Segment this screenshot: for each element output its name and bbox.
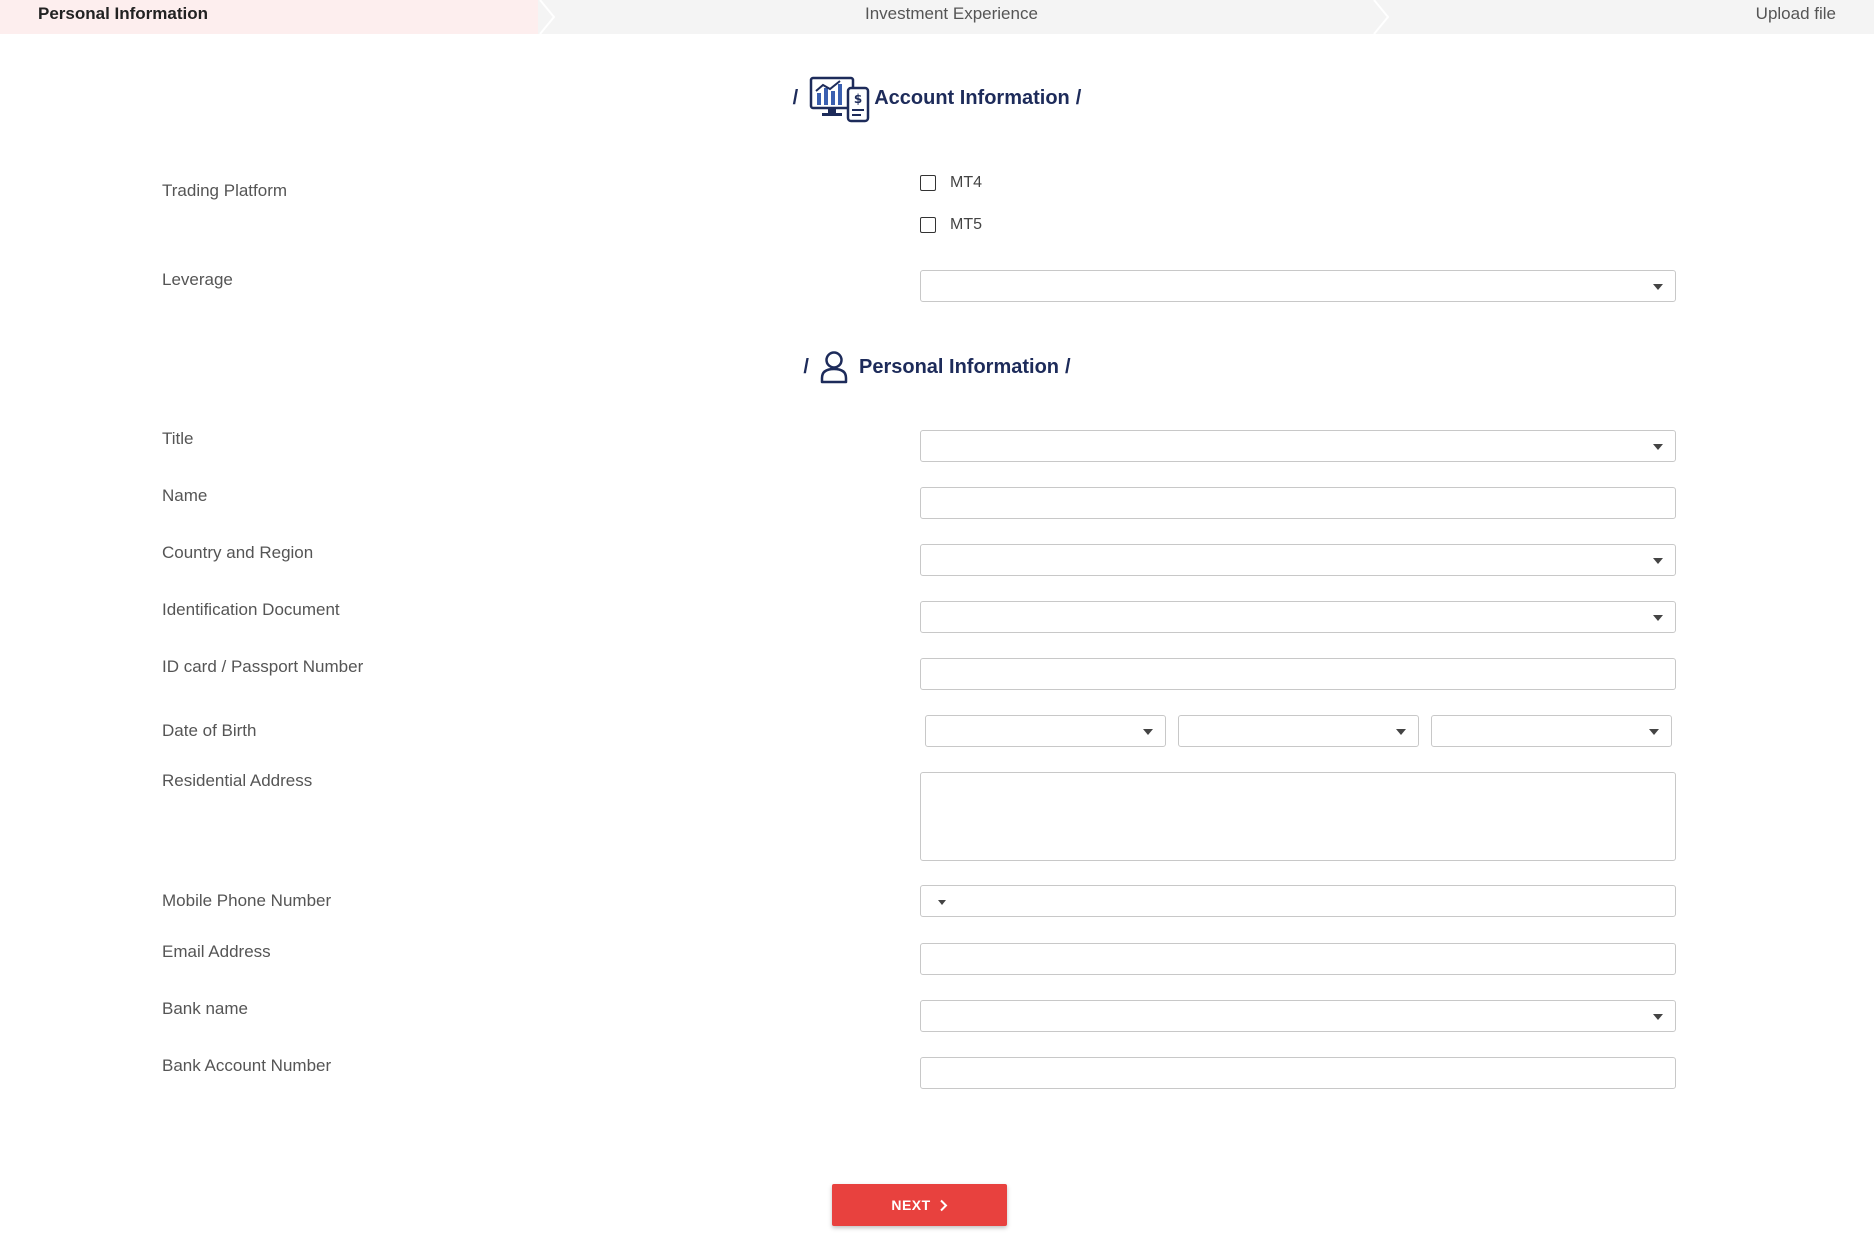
leverage-label: Leverage [162, 270, 233, 289]
name-label: Name [162, 486, 208, 505]
dob-month-select[interactable] [1178, 715, 1419, 747]
country-code-dropdown-icon[interactable] [938, 900, 946, 905]
heading-slash: / [1075, 86, 1082, 109]
chevron-down-icon [1653, 615, 1663, 621]
bank-account-input[interactable] [920, 1057, 1676, 1089]
email-input[interactable] [920, 943, 1676, 975]
account-information-heading: / $ Account Information / [0, 73, 1874, 123]
bank-name-label: Bank name [162, 999, 248, 1018]
country-label: Country and Region [162, 543, 314, 562]
chevron-down-icon [1653, 284, 1663, 290]
step-divider-icon [539, 0, 556, 34]
mt5-option[interactable]: MT5 [920, 214, 982, 236]
country-select[interactable] [920, 544, 1676, 576]
title-select[interactable] [920, 430, 1676, 462]
chevron-down-icon [1653, 1014, 1663, 1020]
chevron-down-icon [1653, 558, 1663, 564]
dob-label: Date of Birth [162, 721, 257, 740]
chevron-down-icon [1653, 444, 1663, 450]
step-progress-bar: Personal Information Investment Experien… [0, 0, 1874, 34]
mt4-option[interactable]: MT4 [920, 172, 982, 194]
id-number-input[interactable] [920, 658, 1676, 690]
heading-slash: / [792, 86, 799, 109]
step-upload-file[interactable]: Upload file [1756, 4, 1836, 24]
mt4-checkbox[interactable] [920, 175, 936, 191]
id-document-select[interactable] [920, 601, 1676, 633]
dob-day-select[interactable] [925, 715, 1166, 747]
leverage-select[interactable] [920, 270, 1676, 302]
step-personal-information[interactable]: Personal Information [38, 4, 208, 24]
mt5-label[interactable]: MT5 [950, 216, 982, 234]
next-button-label: NEXT [891, 1197, 931, 1213]
heading-slash: / [1065, 355, 1071, 378]
user-icon [820, 351, 848, 384]
id-number-label: ID card / Passport Number [162, 657, 364, 676]
mt4-label[interactable]: MT4 [950, 174, 982, 192]
email-label: Email Address [162, 942, 271, 961]
id-document-label: Identification Document [162, 600, 340, 619]
name-input[interactable] [920, 487, 1676, 519]
bank-account-label: Bank Account Number [162, 1056, 332, 1075]
address-textarea[interactable] [920, 772, 1676, 861]
mt5-checkbox[interactable] [920, 217, 936, 233]
step-divider-icon [1373, 0, 1390, 34]
svg-text:$: $ [854, 92, 862, 106]
phone-input[interactable] [920, 885, 1676, 917]
address-label: Residential Address [162, 771, 313, 790]
chevron-right-icon [939, 1199, 948, 1211]
step-investment-experience[interactable]: Investment Experience [865, 4, 1038, 24]
trading-platform-icon: $ [809, 76, 870, 123]
title-label: Title [162, 429, 194, 448]
chevron-down-icon [1649, 729, 1659, 735]
trading-platform-label: Trading Platform [162, 181, 288, 200]
next-button[interactable]: NEXT [832, 1184, 1007, 1226]
heading-slash: / [803, 355, 809, 378]
personal-information-title: Personal Information [858, 355, 1060, 378]
personal-information-heading: / Personal Information / [0, 342, 1874, 392]
bank-name-select[interactable] [920, 1000, 1676, 1032]
chevron-down-icon [1143, 729, 1153, 735]
chevron-down-icon [1396, 729, 1406, 735]
account-information-title: Account Information [874, 86, 1070, 109]
phone-label: Mobile Phone Number [162, 891, 332, 910]
dob-year-select[interactable] [1431, 715, 1672, 747]
